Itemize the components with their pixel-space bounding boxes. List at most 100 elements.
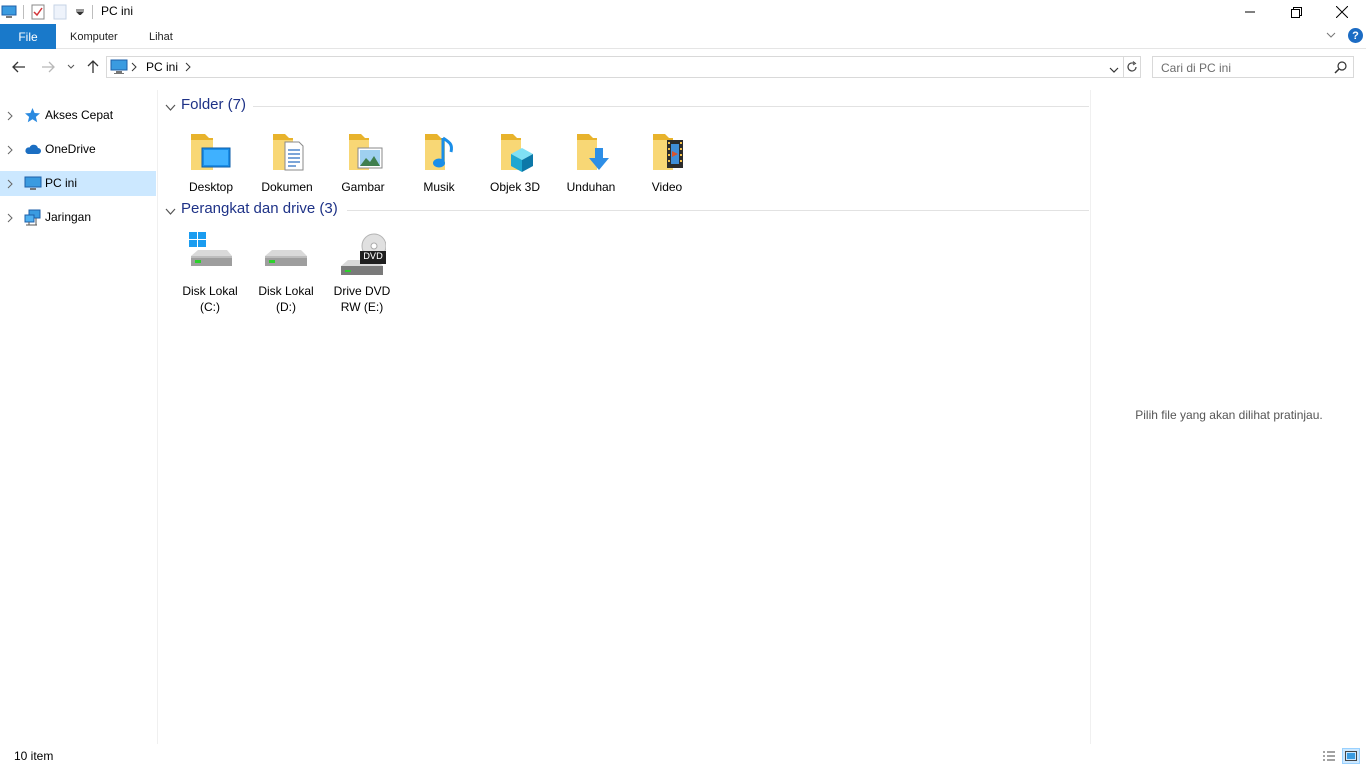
chevron-down-icon[interactable]: [165, 101, 176, 115]
computer-icon: [24, 175, 42, 192]
breadcrumb-pc-ini[interactable]: PC ini: [146, 60, 178, 74]
tab-komputer[interactable]: Komputer: [70, 24, 118, 49]
customize-toolbar-chevron-icon[interactable]: [73, 3, 87, 21]
chevron-right-icon[interactable]: [7, 144, 13, 158]
forward-arrow-icon: [42, 61, 55, 73]
nav-item-jaringan[interactable]: Jaringan: [0, 205, 156, 230]
address-history-chevron-icon[interactable]: [1109, 63, 1119, 77]
cloud-icon: [24, 141, 41, 158]
address-bar[interactable]: PC ini: [106, 56, 1124, 78]
nav-item-pc-ini[interactable]: PC ini: [0, 171, 156, 196]
navigation-pane: Akses Cepat OneDrive PC ini Jaringan: [0, 90, 158, 744]
breadcrumb-separator-icon[interactable]: [185, 61, 191, 75]
documents-folder-icon: [263, 128, 311, 176]
folder-tile-video[interactable]: Video: [630, 128, 704, 195]
close-button[interactable]: [1319, 0, 1365, 24]
tab-lihat[interactable]: Lihat: [149, 24, 173, 49]
tile-label: Disk Lokal (D:): [258, 284, 314, 314]
details-view-button[interactable]: [1320, 748, 1338, 764]
recent-locations-button[interactable]: [64, 58, 78, 76]
tile-label: Drive DVD RW (E:): [333, 284, 391, 314]
nav-item-label: PC ini: [45, 176, 78, 190]
close-icon: [1336, 6, 1348, 18]
chevron-right-icon[interactable]: [7, 178, 13, 192]
new-folder-icon[interactable]: [51, 3, 69, 21]
restore-icon: [1290, 6, 1302, 18]
properties-icon[interactable]: [29, 3, 47, 21]
refresh-icon: [1126, 61, 1137, 72]
downloads-folder-icon: [567, 128, 615, 176]
hard-drive-icon: [262, 232, 310, 280]
folder-tile-musik[interactable]: Musik: [402, 128, 476, 195]
group-divider: [253, 106, 1089, 107]
nav-item-akses-cepat[interactable]: Akses Cepat: [0, 103, 156, 128]
folder-tile-dokumen[interactable]: Dokumen: [250, 128, 324, 195]
minimize-button[interactable]: [1227, 0, 1273, 24]
drive-tile-e[interactable]: DVD Drive DVD RW (E:): [325, 232, 399, 315]
refresh-button[interactable]: [1123, 56, 1141, 78]
search-icon[interactable]: [1334, 61, 1347, 77]
group-title: Folder (7): [181, 96, 247, 113]
tile-label: Unduhan: [566, 180, 616, 194]
up-arrow-icon: [87, 60, 99, 73]
forward-button[interactable]: [39, 58, 57, 76]
computer-icon[interactable]: [0, 3, 18, 21]
nav-item-label: Jaringan: [45, 210, 92, 224]
tile-label: Gambar: [341, 180, 385, 194]
back-arrow-icon: [12, 61, 25, 73]
dvd-badge: DVD: [363, 252, 383, 262]
chevron-down-icon: [67, 64, 75, 69]
folder-tile-unduhan[interactable]: Unduhan: [554, 128, 628, 195]
up-button[interactable]: [84, 58, 102, 76]
search-box[interactable]: Cari di PC ini: [1152, 56, 1354, 78]
details-view-icon: [1323, 751, 1335, 761]
help-icon[interactable]: ?: [1348, 28, 1363, 43]
desktop-folder-icon: [187, 128, 235, 176]
chevron-right-icon[interactable]: [7, 110, 13, 124]
expand-ribbon-chevron-icon[interactable]: [1325, 29, 1339, 43]
item-count: 10 item: [14, 749, 54, 763]
tile-label: Dokumen: [261, 180, 313, 194]
group-header-perangkat[interactable]: Perangkat dan drive (3): [165, 200, 1089, 220]
minimize-icon: [1245, 11, 1255, 13]
star-icon: [24, 107, 41, 124]
large-icons-view-button[interactable]: [1342, 748, 1360, 764]
drive-tile-c[interactable]: Disk Lokal (C:): [173, 232, 247, 315]
breadcrumb-separator-icon[interactable]: [131, 61, 137, 75]
back-button[interactable]: [10, 58, 28, 76]
tab-file[interactable]: File: [0, 24, 56, 49]
address-row: PC ini Cari di PC ini: [0, 50, 1366, 84]
group-header-folder[interactable]: Folder (7): [165, 96, 1089, 116]
content-area: Folder (7) Desktop Dokumen Gambar Musik …: [159, 90, 1089, 744]
drive-tile-d[interactable]: Disk Lokal (D:): [249, 232, 323, 315]
group-title: Perangkat dan drive (3): [181, 200, 338, 217]
chevron-right-icon[interactable]: [7, 212, 13, 226]
chevron-down-icon[interactable]: [165, 205, 176, 219]
folder-tile-desktop[interactable]: Desktop: [174, 128, 248, 195]
videos-folder-icon: [643, 128, 691, 176]
ribbon-tabs: File Komputer Lihat ?: [0, 24, 1366, 49]
3d-objects-folder-icon: [491, 128, 539, 176]
group-divider: [347, 210, 1089, 211]
computer-icon: [110, 59, 128, 78]
title-bar: PC ini: [0, 0, 1366, 24]
quick-access-toolbar: [0, 3, 98, 21]
windows-drive-icon: [186, 232, 234, 280]
dvd-drive-icon: DVD: [338, 232, 387, 280]
preview-pane: Pilih file yang akan dilihat pratinjau.: [1090, 90, 1366, 744]
restore-button[interactable]: [1273, 0, 1319, 24]
preview-message: Pilih file yang akan dilihat pratinjau.: [1135, 408, 1323, 422]
tile-label: Disk Lokal (C:): [182, 284, 238, 314]
network-icon: [24, 209, 41, 226]
toolbar-divider: [23, 5, 24, 19]
folder-tile-objek-3d[interactable]: Objek 3D: [478, 128, 552, 195]
toolbar-divider: [92, 5, 93, 19]
nav-item-label: Akses Cepat: [45, 108, 114, 122]
pictures-folder-icon: [339, 128, 387, 176]
nav-item-onedrive[interactable]: OneDrive: [0, 137, 156, 162]
tile-label: Objek 3D: [489, 180, 541, 194]
tile-label: Desktop: [188, 180, 234, 194]
large-icons-view-icon: [1345, 751, 1357, 761]
folder-tile-gambar[interactable]: Gambar: [326, 128, 400, 195]
music-folder-icon: [415, 128, 463, 176]
